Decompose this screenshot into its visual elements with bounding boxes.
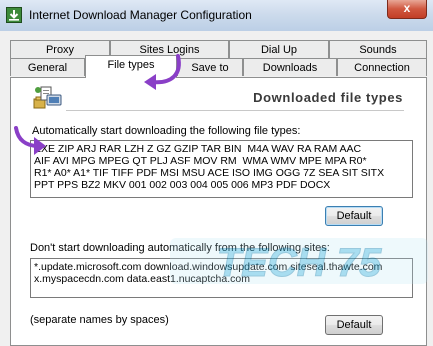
tab-downloads[interactable]: Downloads: [243, 58, 337, 76]
close-icon: x: [403, 1, 411, 15]
tab-general[interactable]: General: [10, 58, 85, 76]
tab-dial-up[interactable]: Dial Up: [229, 40, 329, 58]
auto-download-label: Automatically start downloading the foll…: [32, 125, 301, 137]
tab-sounds[interactable]: Sounds: [329, 40, 427, 58]
tab-label: Save to: [191, 62, 229, 74]
heading-divider: [66, 110, 404, 111]
tab-label: Proxy: [45, 44, 75, 56]
file-types-icon: [33, 85, 63, 114]
annotation-arrow-icon: [144, 54, 181, 90]
title-bar[interactable]: Internet Download Manager Configuration …: [0, 0, 433, 32]
panel-heading: Downloaded file types: [253, 90, 403, 105]
button-label: Default: [336, 210, 372, 222]
idm-app-icon: [6, 7, 22, 23]
default-sites-button[interactable]: Default: [325, 315, 383, 335]
tab-label: General: [27, 62, 68, 74]
tab-label: Connection: [354, 62, 410, 74]
annotation-arrow-icon: [14, 126, 46, 155]
window-title: Internet Download Manager Configuration: [29, 8, 252, 22]
watermark-text: TECH 75: [217, 241, 382, 285]
tab-label: Sounds: [359, 44, 397, 56]
tab-connection[interactable]: Connection: [337, 58, 427, 76]
separator-note: (separate names by spaces): [30, 314, 169, 326]
watermark-logo: TECH 75: [168, 232, 430, 290]
button-label: Default: [336, 319, 372, 331]
tab-label: Dial Up: [260, 44, 298, 56]
tab-label: Downloads: [262, 62, 318, 74]
default-file-types-button[interactable]: Default: [325, 206, 383, 226]
file-types-textarea[interactable]: EXE ZIP ARJ RAR LZH Z GZ GZIP TAR BIN M4…: [30, 140, 413, 198]
close-button[interactable]: x: [387, 0, 427, 19]
